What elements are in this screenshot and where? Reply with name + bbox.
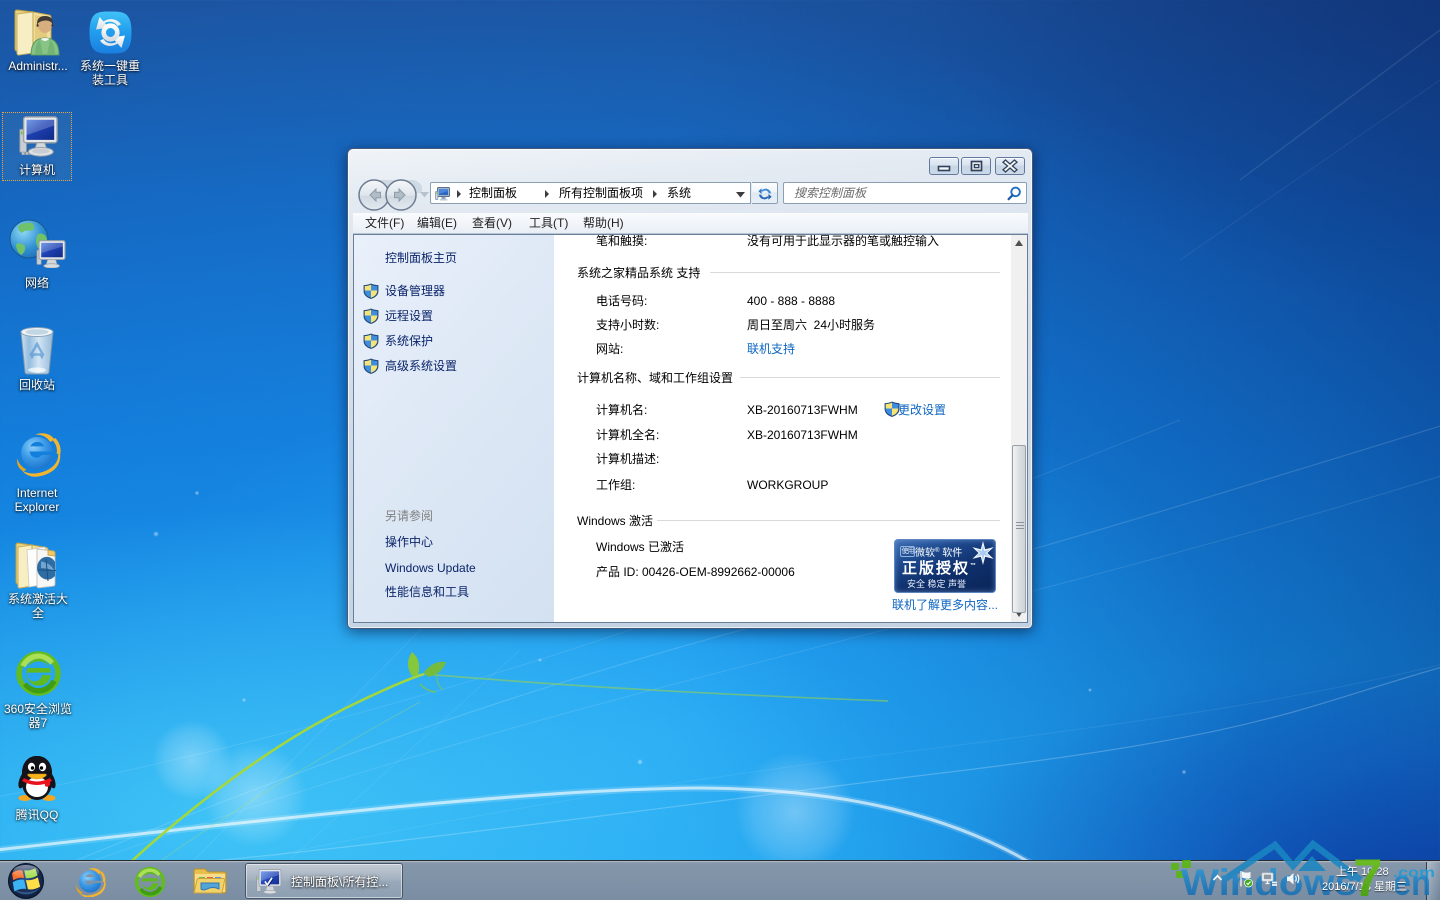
svg-text:7: 7 xyxy=(1353,849,1382,900)
